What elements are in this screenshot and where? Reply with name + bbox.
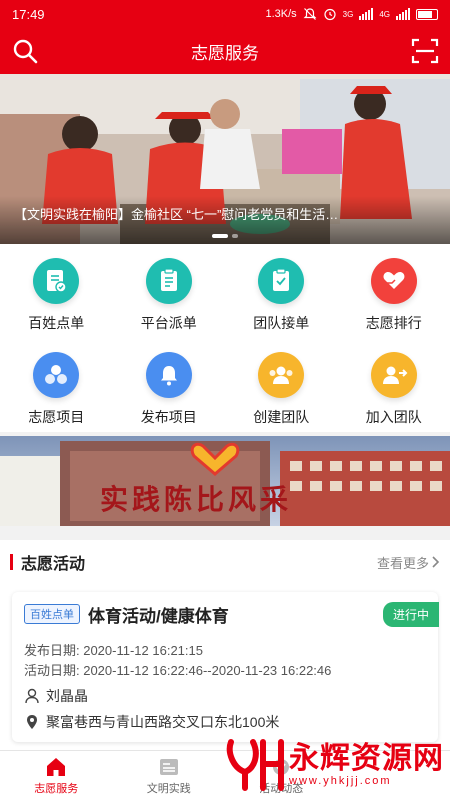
menu-label: 创建团队: [253, 409, 310, 425]
status-indicators: 1.3K/s 3G 4G: [265, 7, 438, 21]
menu-label: 加入团队: [365, 409, 422, 425]
section-header: 志愿活动 查看更多: [0, 540, 450, 584]
tab-label: 文明实践: [146, 782, 191, 795]
person-icon: [25, 688, 39, 704]
news-icon: [159, 758, 178, 775]
mute-icon: [303, 8, 317, 20]
activity-title: 体育活动/健康体育: [88, 606, 229, 626]
home-icon: [47, 757, 66, 776]
menu-label: 志愿排行: [365, 315, 422, 331]
tab-volunteer-service[interactable]: 志愿服务: [0, 751, 113, 800]
network-3g-label: 3G: [342, 9, 354, 19]
network-speed: 1.3K/s: [265, 8, 297, 20]
activity-address: 聚富巷西与青山西路交叉口东北100米: [46, 714, 280, 730]
menu-item-dispatch[interactable]: 平台派单: [113, 244, 226, 338]
dispatch-doc-icon: [145, 258, 192, 304]
network-4g-label: 4G: [379, 9, 390, 19]
status-time: 17:49: [12, 6, 45, 22]
carousel-dot: [232, 234, 238, 238]
group-icon: [258, 352, 305, 398]
publish-date: 发布日期: 2020-11-12 16:21:15: [24, 643, 203, 658]
organizer-row: 刘晶晶: [24, 686, 426, 706]
search-button[interactable]: [10, 36, 40, 66]
tab-label: 志愿服务: [34, 782, 79, 795]
tab-label: 活动动态: [259, 782, 304, 795]
tab-civilization-practice[interactable]: 文明实践: [113, 751, 226, 800]
view-more-link[interactable]: 查看更多: [377, 553, 440, 572]
alarm-icon: [324, 8, 336, 21]
section-title: 志愿活动: [10, 550, 85, 574]
function-menu: 百姓点单 平台派单 团队接单 志愿排行 志愿项目 发布项目 创建团队 加入团队: [0, 244, 450, 432]
signal-icon-2: [396, 8, 410, 20]
banner-carousel[interactable]: 【文明实践在榆阳】金榆社区 “七一”慰问老党员和生活…: [0, 74, 450, 244]
signal-icon-1: [359, 8, 374, 20]
menu-item-order[interactable]: 百姓点单: [0, 244, 113, 338]
order-type-tag: 百姓点单: [24, 604, 80, 624]
heart-hand-icon: [370, 258, 417, 304]
view-more-label: 查看更多: [376, 555, 429, 571]
search-icon: [13, 39, 38, 64]
menu-item-join-team[interactable]: 加入团队: [338, 338, 450, 432]
app-header: 志愿服务: [0, 28, 450, 74]
card-header: 百姓点单 体育活动/健康体育: [24, 600, 426, 628]
activity-icon: [273, 758, 290, 775]
project-circles-icon: [33, 352, 80, 398]
menu-item-publish[interactable]: 发布项目: [113, 338, 226, 432]
address-row: 聚富巷西与青山西路交叉口东北100米: [24, 712, 426, 732]
battery-icon: [416, 8, 438, 20]
activities-section: 志愿活动 查看更多 百姓点单 体育活动/健康体育 进行中 发布日期: 2020-…: [0, 540, 450, 750]
location-pin-icon: [27, 715, 37, 729]
scan-button[interactable]: [410, 36, 440, 66]
status-bar: 17:49 1.3K/s 3G 4G: [0, 0, 450, 28]
status-badge: 进行中: [382, 602, 439, 627]
scan-icon: [411, 38, 439, 64]
bell-icon: [145, 352, 192, 398]
menu-item-create-team[interactable]: 创建团队: [225, 338, 338, 432]
activity-date: 活动日期: 2020-11-12 16:22:46--2020-11-23 16…: [24, 663, 332, 678]
menu-item-accept[interactable]: 团队接单: [225, 244, 338, 338]
tab-placeholder[interactable]: [338, 751, 450, 800]
menu-label: 志愿项目: [28, 409, 85, 425]
menu-item-projects[interactable]: 志愿项目: [0, 338, 113, 432]
menu-label: 发布项目: [140, 409, 197, 425]
carousel-dot-active: [212, 234, 228, 238]
page-title: 志愿服务: [191, 43, 259, 63]
carousel-indicator: [0, 234, 450, 238]
bottom-tab-bar: 志愿服务 文明实践 活动动态: [0, 750, 450, 800]
promo-banner[interactable]: 实践陈比风采: [0, 436, 450, 526]
order-doc-icon: [33, 258, 80, 304]
join-team-icon: [370, 352, 417, 398]
promo-slogan: 实践陈比风采: [100, 483, 293, 516]
menu-label: 团队接单: [253, 315, 310, 331]
menu-label: 百姓点单: [28, 315, 85, 331]
accept-doc-icon: [258, 258, 305, 304]
menu-item-ranking[interactable]: 志愿排行: [338, 244, 450, 338]
activity-card[interactable]: 百姓点单 体育活动/健康体育 进行中 发布日期: 2020-11-12 16:2…: [12, 592, 439, 742]
menu-label: 平台派单: [140, 315, 197, 331]
tab-activity-news[interactable]: 活动动态: [225, 751, 338, 800]
chevron-right-icon: [432, 556, 440, 568]
organizer-name: 刘晶晶: [46, 688, 88, 704]
